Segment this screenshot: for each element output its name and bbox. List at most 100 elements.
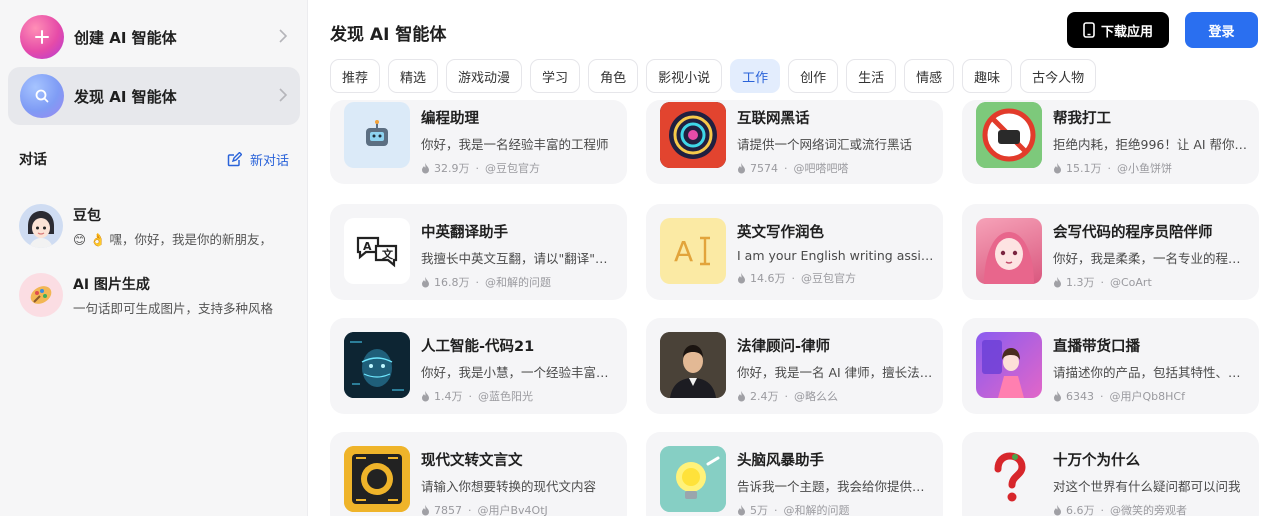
agent-card[interactable]: 头脑风暴助手 告诉我一个主题，我会给你提供灵感 5万 · @和解的问题 [646,432,943,516]
agent-card[interactable]: 编程助理 你好，我是一名经验丰富的工程师 32.9万 · @豆包官方 [330,100,627,184]
agent-card[interactable]: A文 中英翻译助手 我擅长中英文互翻，请以"翻译"开头 16.8万 · @和解的问题 [330,204,627,300]
chat-item-ai-image[interactable]: AI 图片生成 一句话即可生成图片，支持多种风格 [19,271,299,319]
tab-featured[interactable]: 精选 [388,59,439,93]
tab-life[interactable]: 生活 [846,59,897,93]
usage-count: 14.6万 [750,272,786,285]
agent-meta: 32.9万 · @豆包官方 [421,160,619,176]
agent-meta: 7857 · @用户Bv4OtJ [421,502,619,516]
chat-preview: 一句话即可生成图片，支持多种风格 [73,300,274,316]
search-icon [20,74,64,118]
chat-item-doubao[interactable]: 豆包 😊 👌 嘿，你好，我是你的新朋友， [19,202,299,250]
tab-historical-figures[interactable]: 古今人物 [1020,59,1097,93]
author: @略么么 [794,390,838,403]
agent-card[interactable]: 十万个为什么 对这个世界有什么疑问都可以问我 6.6万 · @微笑的旁观者 [962,432,1259,516]
usage-count: 32.9万 [434,162,470,175]
flame-icon [1054,162,1061,173]
author: @用户Bv4OtJ [477,504,548,516]
usage-count: 1.3万 [1066,276,1095,289]
author: @吧嗒吧嗒 [793,162,849,175]
author: @豆包官方 [801,272,856,285]
svg-text:A: A [674,235,693,268]
agent-meta: 2.4万 · @略么么 [737,388,935,404]
agent-description: 你好，我是一名经验丰富的工程师 [421,137,609,152]
phone-icon [1083,22,1095,38]
flame-icon [738,162,745,173]
agent-name: 现代文转文言文 [421,453,523,469]
agent-meta: 6.6万 · @微笑的旁观者 [1053,502,1251,516]
flame-icon [422,162,429,173]
create-agent-item[interactable]: 创建 AI 智能体 [8,8,300,66]
main-content: 发现 AI 智能体 下载应用 登录 推荐 精选 游戏动漫 学习 角色 影视小说 … [308,0,1280,516]
agent-card[interactable]: 会写代码的程序员陪伴师 你好，我是柔柔，一名专业的程序员 1.3万 · @CoArt [962,204,1259,300]
chat-name: 豆包 [73,207,101,224]
agent-description: 请描述你的产品，包括其特性、卖点 [1053,365,1251,380]
agent-card[interactable]: 直播带货口播 请描述你的产品，包括其特性、卖点 6343 · @用户Qb8HCf [962,318,1259,414]
download-app-button[interactable]: 下载应用 [1067,12,1169,48]
agent-description: 你好，我是小慧，一个经验丰富的助手 [421,365,619,380]
tab-study[interactable]: 学习 [530,59,581,93]
flame-icon [738,504,745,515]
chat-preview: 😊 👌 嘿，你好，我是你的新朋友， [73,231,273,247]
tab-games-anime[interactable]: 游戏动漫 [446,59,523,93]
agent-meta: 6343 · @用户Qb8HCf [1053,388,1251,404]
agent-name: 帮我打工 [1053,111,1111,127]
agent-meta: 1.4万 · @蓝色阳光 [421,388,619,404]
tab-recommend[interactable]: 推荐 [330,59,381,93]
tab-emotion[interactable]: 情感 [904,59,955,93]
cyber-face-icon [344,332,410,398]
flame-icon [1054,504,1061,515]
discover-agent-item[interactable]: 发现 AI 智能体 [8,67,300,125]
usage-count: 5万 [750,504,768,516]
login-label: 登录 [1208,24,1235,40]
login-button[interactable]: 登录 [1185,12,1258,48]
usage-count: 2.4万 [750,390,779,403]
discover-agent-label: 发现 AI 智能体 [74,87,177,106]
usage-count: 6.6万 [1066,504,1095,516]
author: @CoArt [1110,275,1152,289]
flame-icon [1054,276,1061,287]
chevron-right-icon [279,88,288,102]
agent-card[interactable]: 帮我打工 拒绝内耗，拒绝996！让 AI 帮你打工 15.1万 · @小鱼饼饼 [962,100,1259,184]
usage-count: 1.4万 [434,390,463,403]
tab-film-novel[interactable]: 影视小说 [646,59,723,93]
new-chat-button[interactable]: 新对话 [227,150,289,169]
flame-icon [738,272,745,283]
agent-card[interactable]: 法律顾问-律师 你好，我是一名 AI 律师，擅长法律咨询 2.4万·@略么么 [646,318,943,414]
agent-meta: 7574 · @吧嗒吧嗒 [737,160,935,176]
ai-letters-icon: A [660,218,726,284]
chevron-right-icon [279,29,288,43]
tab-creation[interactable]: 创作 [788,59,839,93]
usage-count: 15.1万 [1066,162,1102,175]
tab-roles[interactable]: 角色 [588,59,639,93]
agent-card[interactable]: A 英文写作润色 I am your English writing assis… [646,204,943,300]
usage-count: 7574 [750,161,778,175]
page-title: 发现 AI 智能体 [330,25,447,45]
svg-text:A: A [363,240,372,253]
agent-grid: 编程助理 你好，我是一名经验丰富的工程师 32.9万 · @豆包官方 互联网黑话 请… [330,100,1260,516]
author: @和解的问题 [485,276,551,289]
tab-work[interactable]: 工作 [730,59,781,93]
agent-card[interactable]: 现代文转文言文 请输入你想要转换的现代文内容 7857 · @用户Bv4OtJ [330,432,627,516]
app-root: 创建 AI 智能体 发现 AI 智能体 对话 新对话 豆包 😊 👌 嘿，你好，我… [0,0,1280,516]
author: @小鱼饼饼 [1117,162,1172,175]
agent-name: 编程助理 [421,111,479,127]
agent-card[interactable]: 人工智能-代码21 你好，我是小慧，一个经验丰富的助手 1.4万 · @蓝色阳光 [330,318,627,414]
anime-girl-icon [976,218,1042,284]
lightbulb-icon [660,446,726,512]
agent-description: 我擅长中英文互翻，请以"翻译"开头 [421,251,619,266]
tab-fun[interactable]: 趣味 [962,59,1013,93]
conversations-header: 对话 新对话 [19,149,289,169]
author: @和解的问题 [783,504,850,516]
create-agent-label: 创建 AI 智能体 [74,28,177,47]
robot-icon [344,102,410,168]
palette-icon [19,273,63,317]
agent-meta: 14.6万 · @豆包官方 [737,270,935,286]
livestream-girl-icon [976,332,1042,398]
author: @蓝色阳光 [478,390,533,403]
doubao-avatar [19,204,63,248]
agent-name: 十万个为什么 [1053,453,1140,469]
agent-description: 请提供一个网络词汇或流行黑话 [737,137,913,152]
flame-icon [422,390,429,401]
agent-card[interactable]: 互联网黑话 请提供一个网络词汇或流行黑话 7574 · @吧嗒吧嗒 [646,100,943,184]
flame-icon [422,504,429,515]
